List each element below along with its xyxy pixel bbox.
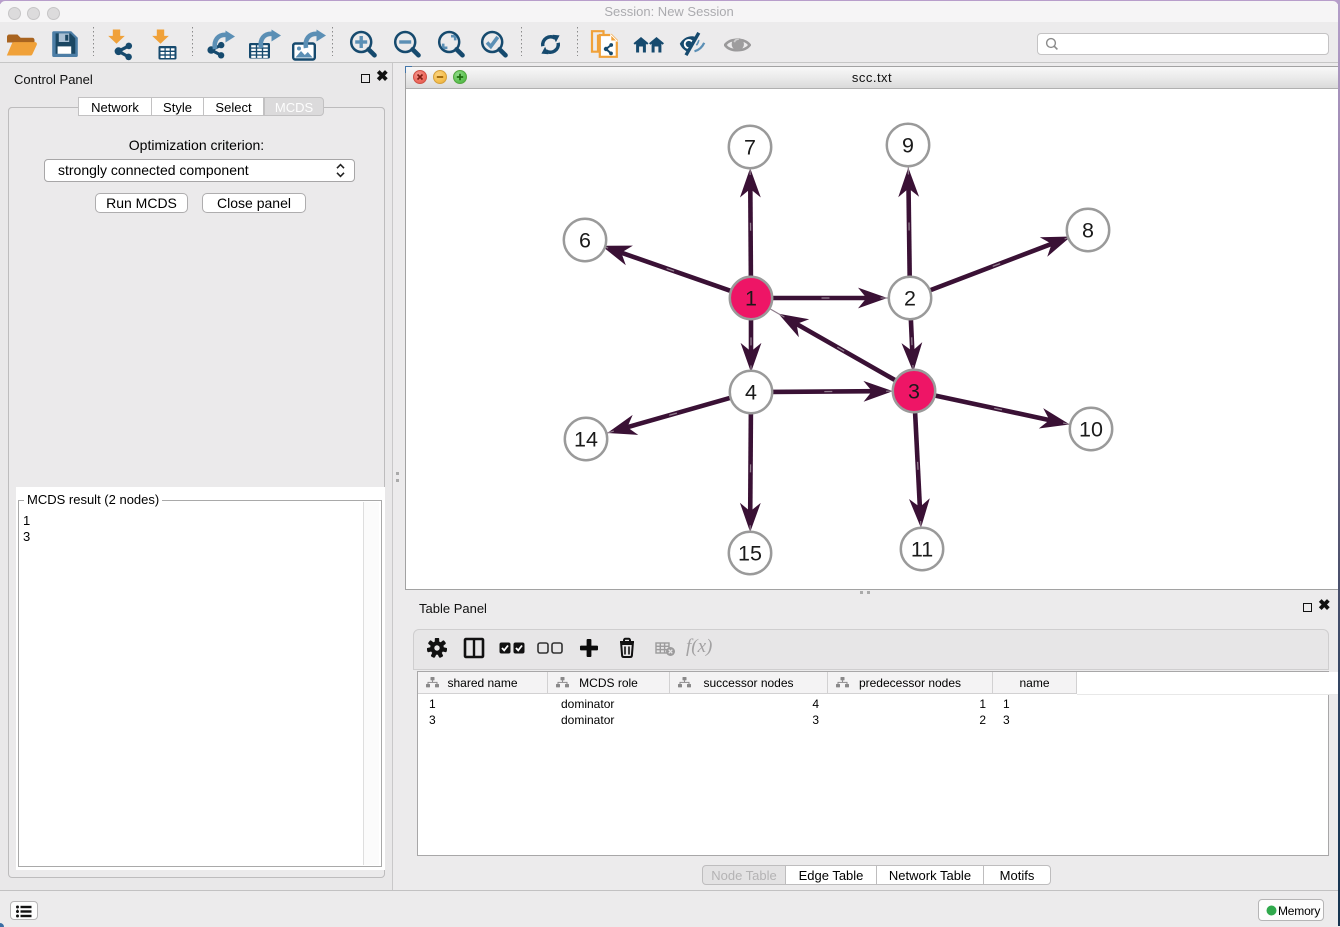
svg-text:7: 7 [744,136,756,160]
svg-text:9: 9 [902,134,914,158]
svg-text:4: 4 [745,381,757,405]
svg-text:8: 8 [1082,219,1094,243]
svg-text:11: 11 [911,538,933,562]
svg-text:2: 2 [904,287,916,311]
svg-text:10: 10 [1079,418,1103,442]
svg-text:6: 6 [579,229,591,253]
svg-text:3: 3 [908,380,920,404]
svg-text:1: 1 [745,287,757,311]
svg-text:15: 15 [738,542,762,566]
svg-text:14: 14 [574,428,598,452]
